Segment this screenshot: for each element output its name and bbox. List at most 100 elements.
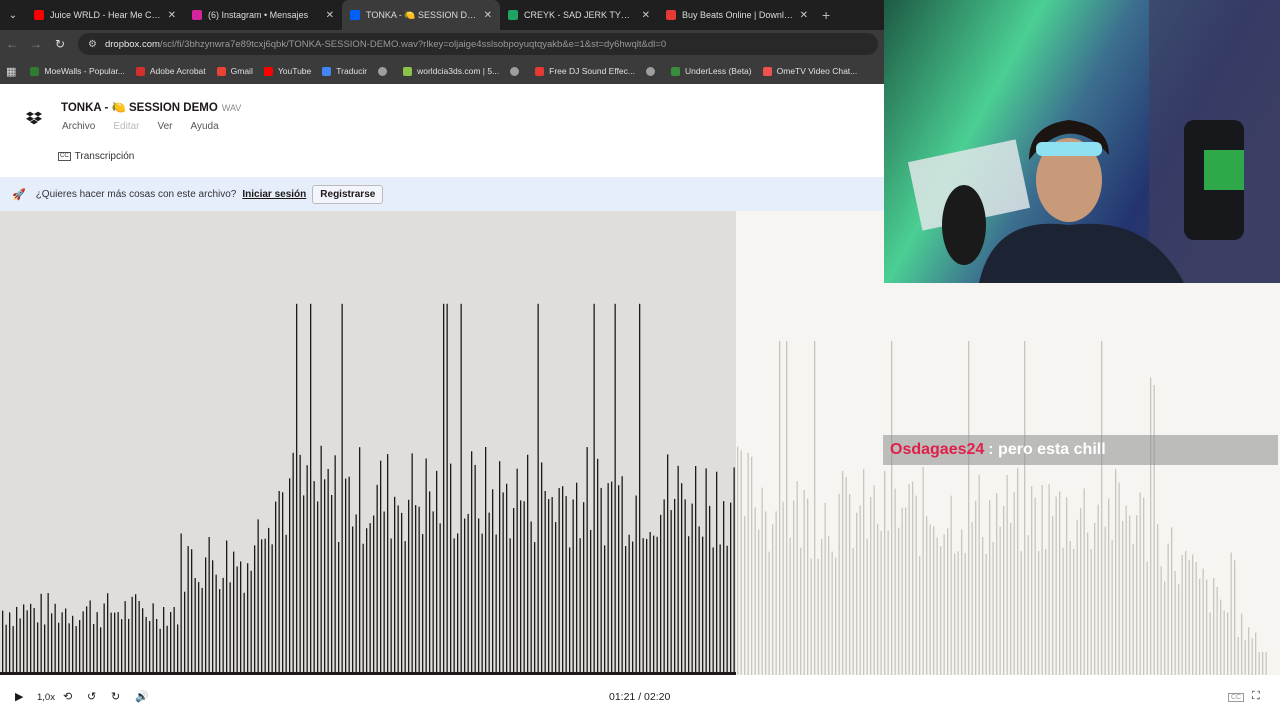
url-path: /scl/fi/3bhzynwra7e89tcxj6qbk/TONKA-SESS… bbox=[159, 38, 667, 50]
loop-icon[interactable]: ⟲ bbox=[63, 690, 72, 703]
waveform-bar bbox=[212, 560, 214, 675]
waveform-bar bbox=[845, 477, 847, 675]
waveform-bar bbox=[758, 529, 760, 675]
bookmark-8[interactable]: Free DJ Sound Effec... bbox=[535, 66, 635, 76]
forward-icon[interactable]: → bbox=[24, 37, 48, 51]
waveform-bar bbox=[912, 481, 914, 675]
menu-ayuda[interactable]: Ayuda bbox=[191, 121, 219, 132]
bookmark-9[interactable] bbox=[646, 66, 660, 76]
tab-close-icon[interactable]: ✕ bbox=[484, 10, 492, 21]
speed-button[interactable]: 1,0x bbox=[37, 692, 55, 703]
waveform-bar bbox=[523, 501, 525, 675]
tab-1[interactable]: (6) Instagram • Mensajes ✕ bbox=[184, 0, 342, 30]
waveform-bar bbox=[334, 455, 336, 675]
waveform-bar bbox=[691, 503, 693, 675]
screen: ⌄ Juice WRLD - Hear Me Calling ✕ (6) Insta… bbox=[0, 0, 1280, 720]
tab-close-icon[interactable]: ✕ bbox=[326, 10, 334, 21]
waveform-bar bbox=[82, 611, 84, 675]
dropbox-logo-icon[interactable] bbox=[26, 110, 42, 126]
url-field[interactable]: ⚙ dropbox.com/scl/fi/3bhzynwra7e89tcxj6q… bbox=[78, 33, 878, 55]
waveform-bar bbox=[1181, 554, 1183, 675]
play-icon[interactable]: ▶ bbox=[15, 690, 23, 703]
waveform-bar bbox=[471, 451, 473, 675]
signup-button[interactable]: Registrarse bbox=[312, 184, 384, 204]
bookmark-1[interactable]: Adobe Acrobat bbox=[135, 66, 206, 76]
waveform-bar bbox=[975, 500, 977, 675]
waveform-bar bbox=[1143, 497, 1145, 675]
waveform-bar bbox=[310, 303, 312, 675]
waveform-bar bbox=[117, 612, 119, 675]
waveform-bar bbox=[684, 499, 686, 675]
tab-2[interactable]: TONKA - 🍋 SESSION DEMO.wav ✕ bbox=[342, 0, 500, 30]
bookmark-2[interactable]: Gmail bbox=[216, 66, 253, 76]
waveform-bar bbox=[541, 462, 543, 675]
bookmark-0[interactable]: MoeWalls - Popular... bbox=[30, 66, 125, 76]
waveform-bar bbox=[730, 502, 732, 675]
waveform-bar bbox=[621, 476, 623, 675]
waveform-bar bbox=[810, 558, 812, 675]
cc-icon: CC bbox=[58, 152, 71, 161]
waveform-bar bbox=[712, 547, 714, 675]
waveform-bar bbox=[852, 547, 854, 675]
reload-icon[interactable]: ↻ bbox=[48, 37, 72, 51]
tab-close-icon[interactable]: ✕ bbox=[168, 10, 176, 21]
transcript-button[interactable]: CC Transcripción bbox=[58, 151, 134, 162]
waveform-bar bbox=[1213, 578, 1215, 675]
waveform-bar bbox=[331, 495, 333, 675]
bookmark-6[interactable]: worldcia3ds.com | 5... bbox=[403, 66, 499, 76]
tab-4[interactable]: Buy Beats Online | Download B ✕ bbox=[658, 0, 816, 30]
site-info-icon[interactable]: ⚙ bbox=[88, 39, 97, 50]
rewind-10-icon[interactable]: ↺ bbox=[87, 690, 96, 703]
waveform-bar bbox=[1076, 519, 1078, 675]
captions-icon[interactable]: CC bbox=[1228, 693, 1245, 702]
waveform-bar bbox=[1059, 491, 1061, 675]
login-link[interactable]: Iniciar sesión bbox=[242, 189, 306, 200]
waveform-bar bbox=[765, 511, 767, 675]
waveform-bar bbox=[870, 496, 872, 675]
waveform-bar bbox=[366, 528, 368, 675]
waveform-bar bbox=[1024, 340, 1026, 675]
waveform-bar bbox=[768, 551, 770, 675]
menu-archivo[interactable]: Archivo bbox=[62, 121, 95, 132]
waveform-bar bbox=[537, 303, 539, 675]
waveform-bar bbox=[177, 624, 179, 675]
waveform-bar bbox=[999, 526, 1001, 675]
bookmark-3[interactable]: YouTube bbox=[263, 66, 311, 76]
apps-grid-icon[interactable]: ▦ bbox=[6, 65, 16, 78]
fullscreen-icon[interactable]: ⛶ bbox=[1252, 690, 1260, 703]
bookmark-7[interactable] bbox=[510, 66, 524, 76]
waveform-bar bbox=[1230, 552, 1232, 675]
bookmark-10[interactable]: UnderLess (Beta) bbox=[671, 66, 752, 76]
waveform-bar bbox=[233, 551, 235, 675]
bookmark-5[interactable] bbox=[378, 66, 392, 76]
new-tab-icon[interactable]: + bbox=[822, 7, 830, 23]
bookmark-4[interactable]: Traducir bbox=[322, 66, 367, 76]
waveform-bar bbox=[481, 533, 483, 675]
waveform-bar bbox=[138, 601, 140, 675]
waveform-bar bbox=[54, 603, 56, 675]
forward-10-icon[interactable]: ↻ bbox=[111, 690, 120, 703]
banner-question: ¿Quieres hacer más cosas con este archiv… bbox=[35, 188, 237, 200]
tab-close-icon[interactable]: ✕ bbox=[800, 10, 808, 21]
menu-ver[interactable]: Ver bbox=[157, 121, 172, 132]
waveform-bar bbox=[551, 497, 553, 675]
back-icon[interactable]: ← bbox=[0, 37, 24, 51]
tab-3[interactable]: CREYK - SAD JERK TYPE BEAT ✕ bbox=[500, 0, 658, 30]
waveform-bar bbox=[30, 603, 32, 675]
waveform-bar bbox=[576, 482, 578, 675]
waveform-bar bbox=[1038, 551, 1040, 675]
waveform-bar bbox=[663, 499, 665, 675]
waveform-bar bbox=[443, 303, 445, 675]
waveform-bar bbox=[194, 578, 196, 675]
tab-search-icon[interactable]: ⌄ bbox=[0, 0, 26, 30]
tab-close-icon[interactable]: ✕ bbox=[642, 10, 650, 21]
bookmark-11[interactable]: OmeTV Video Chat... bbox=[762, 66, 857, 76]
waveform-bar bbox=[583, 502, 585, 675]
waveform-bar bbox=[79, 620, 81, 675]
waveform-bar bbox=[628, 534, 630, 675]
waveform-bar bbox=[401, 512, 403, 675]
tab-0[interactable]: Juice WRLD - Hear Me Calling ✕ bbox=[26, 0, 184, 30]
progress-bar[interactable] bbox=[0, 672, 736, 675]
waveform-bar bbox=[299, 454, 301, 675]
volume-icon[interactable]: 🔊 bbox=[135, 690, 149, 703]
